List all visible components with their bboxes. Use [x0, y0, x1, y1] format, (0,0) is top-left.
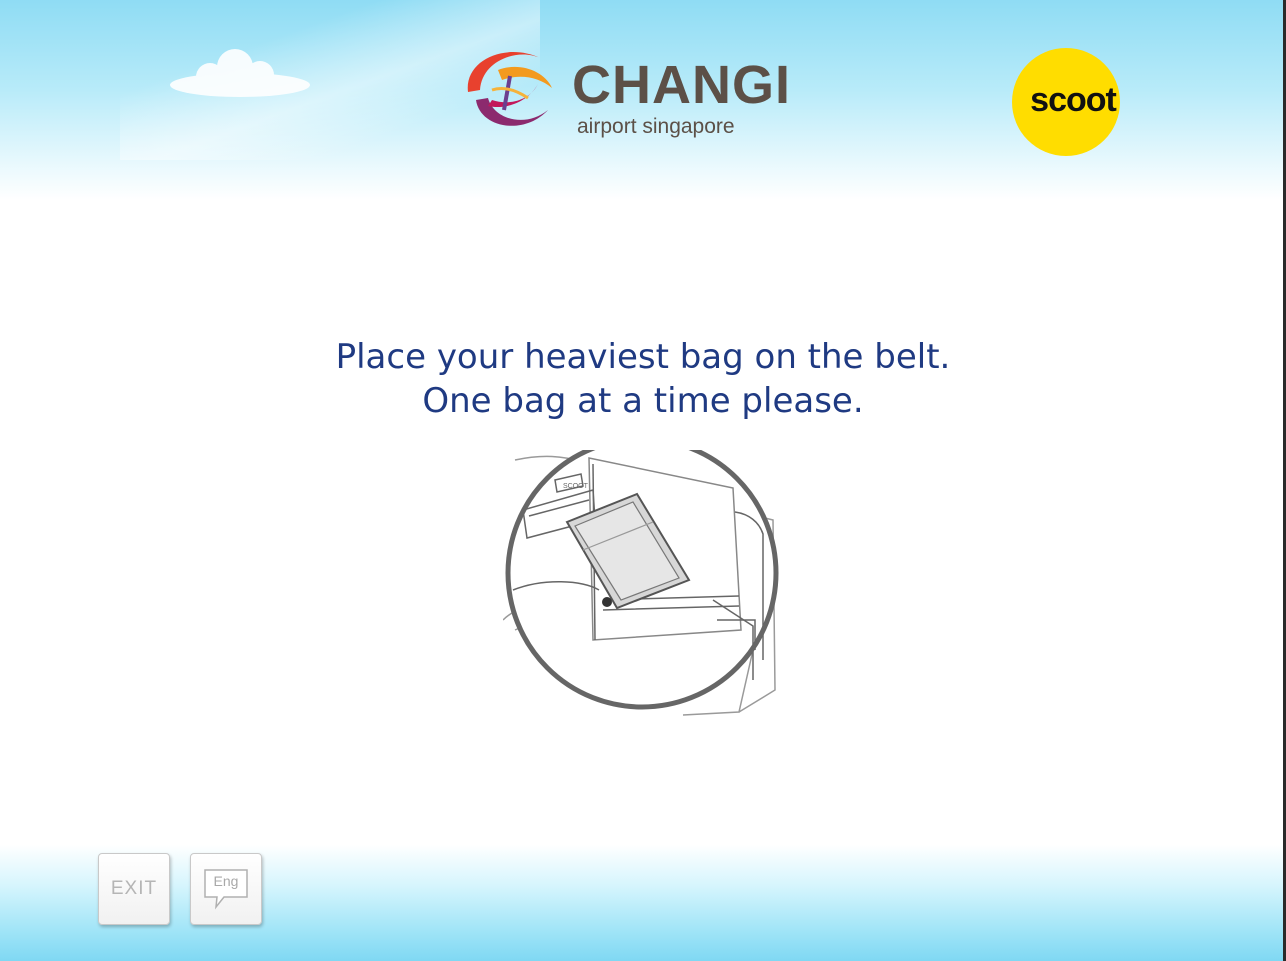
language-button-label: Eng: [213, 873, 239, 889]
cloud-icon: [170, 49, 310, 97]
airport-logo-subtitle: airport singapore: [577, 115, 735, 138]
bag-on-belt-illustration: SCOOT: [503, 450, 779, 716]
exit-button[interactable]: EXIT: [98, 853, 170, 925]
exit-button-label: EXIT: [110, 878, 158, 899]
airline-logo: scoot: [1012, 48, 1120, 156]
svg-text:SCOOT: SCOOT: [563, 483, 589, 490]
changi-swirl-icon: [467, 52, 552, 126]
airline-logo-wordmark: scoot: [1030, 80, 1117, 119]
airport-logo-wordmark: CHANGI: [572, 55, 791, 115]
speech-bubble-icon: Eng: [202, 867, 250, 911]
language-button[interactable]: Eng: [190, 853, 262, 925]
instruction-line-1: Place your heaviest bag on the belt.: [335, 337, 951, 377]
instruction-line-2: One bag at a time please.: [422, 381, 864, 421]
